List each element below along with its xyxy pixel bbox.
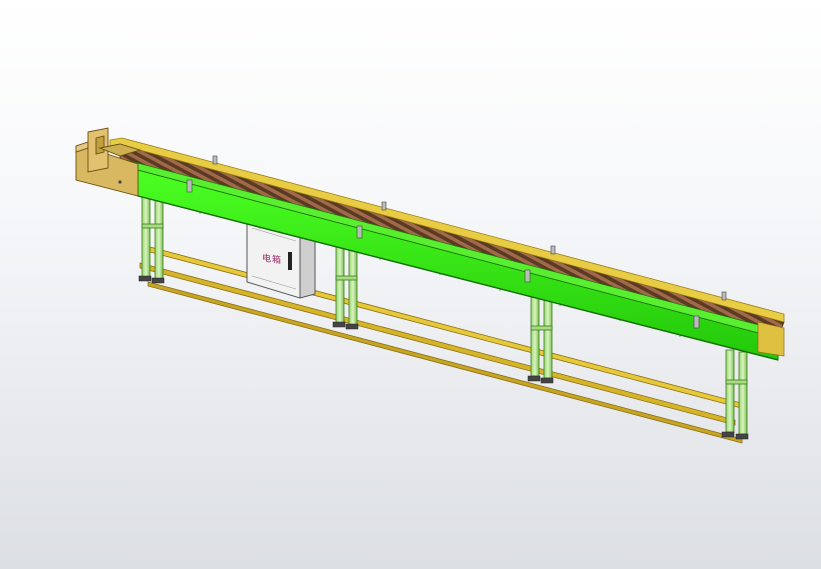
conveyor-model: [75, 127, 785, 444]
cad-viewport: 电箱: [0, 0, 821, 569]
cabinet-label: 电箱: [262, 253, 283, 267]
end-stop-block: [75, 127, 142, 197]
base-stretchers: [139, 246, 746, 444]
